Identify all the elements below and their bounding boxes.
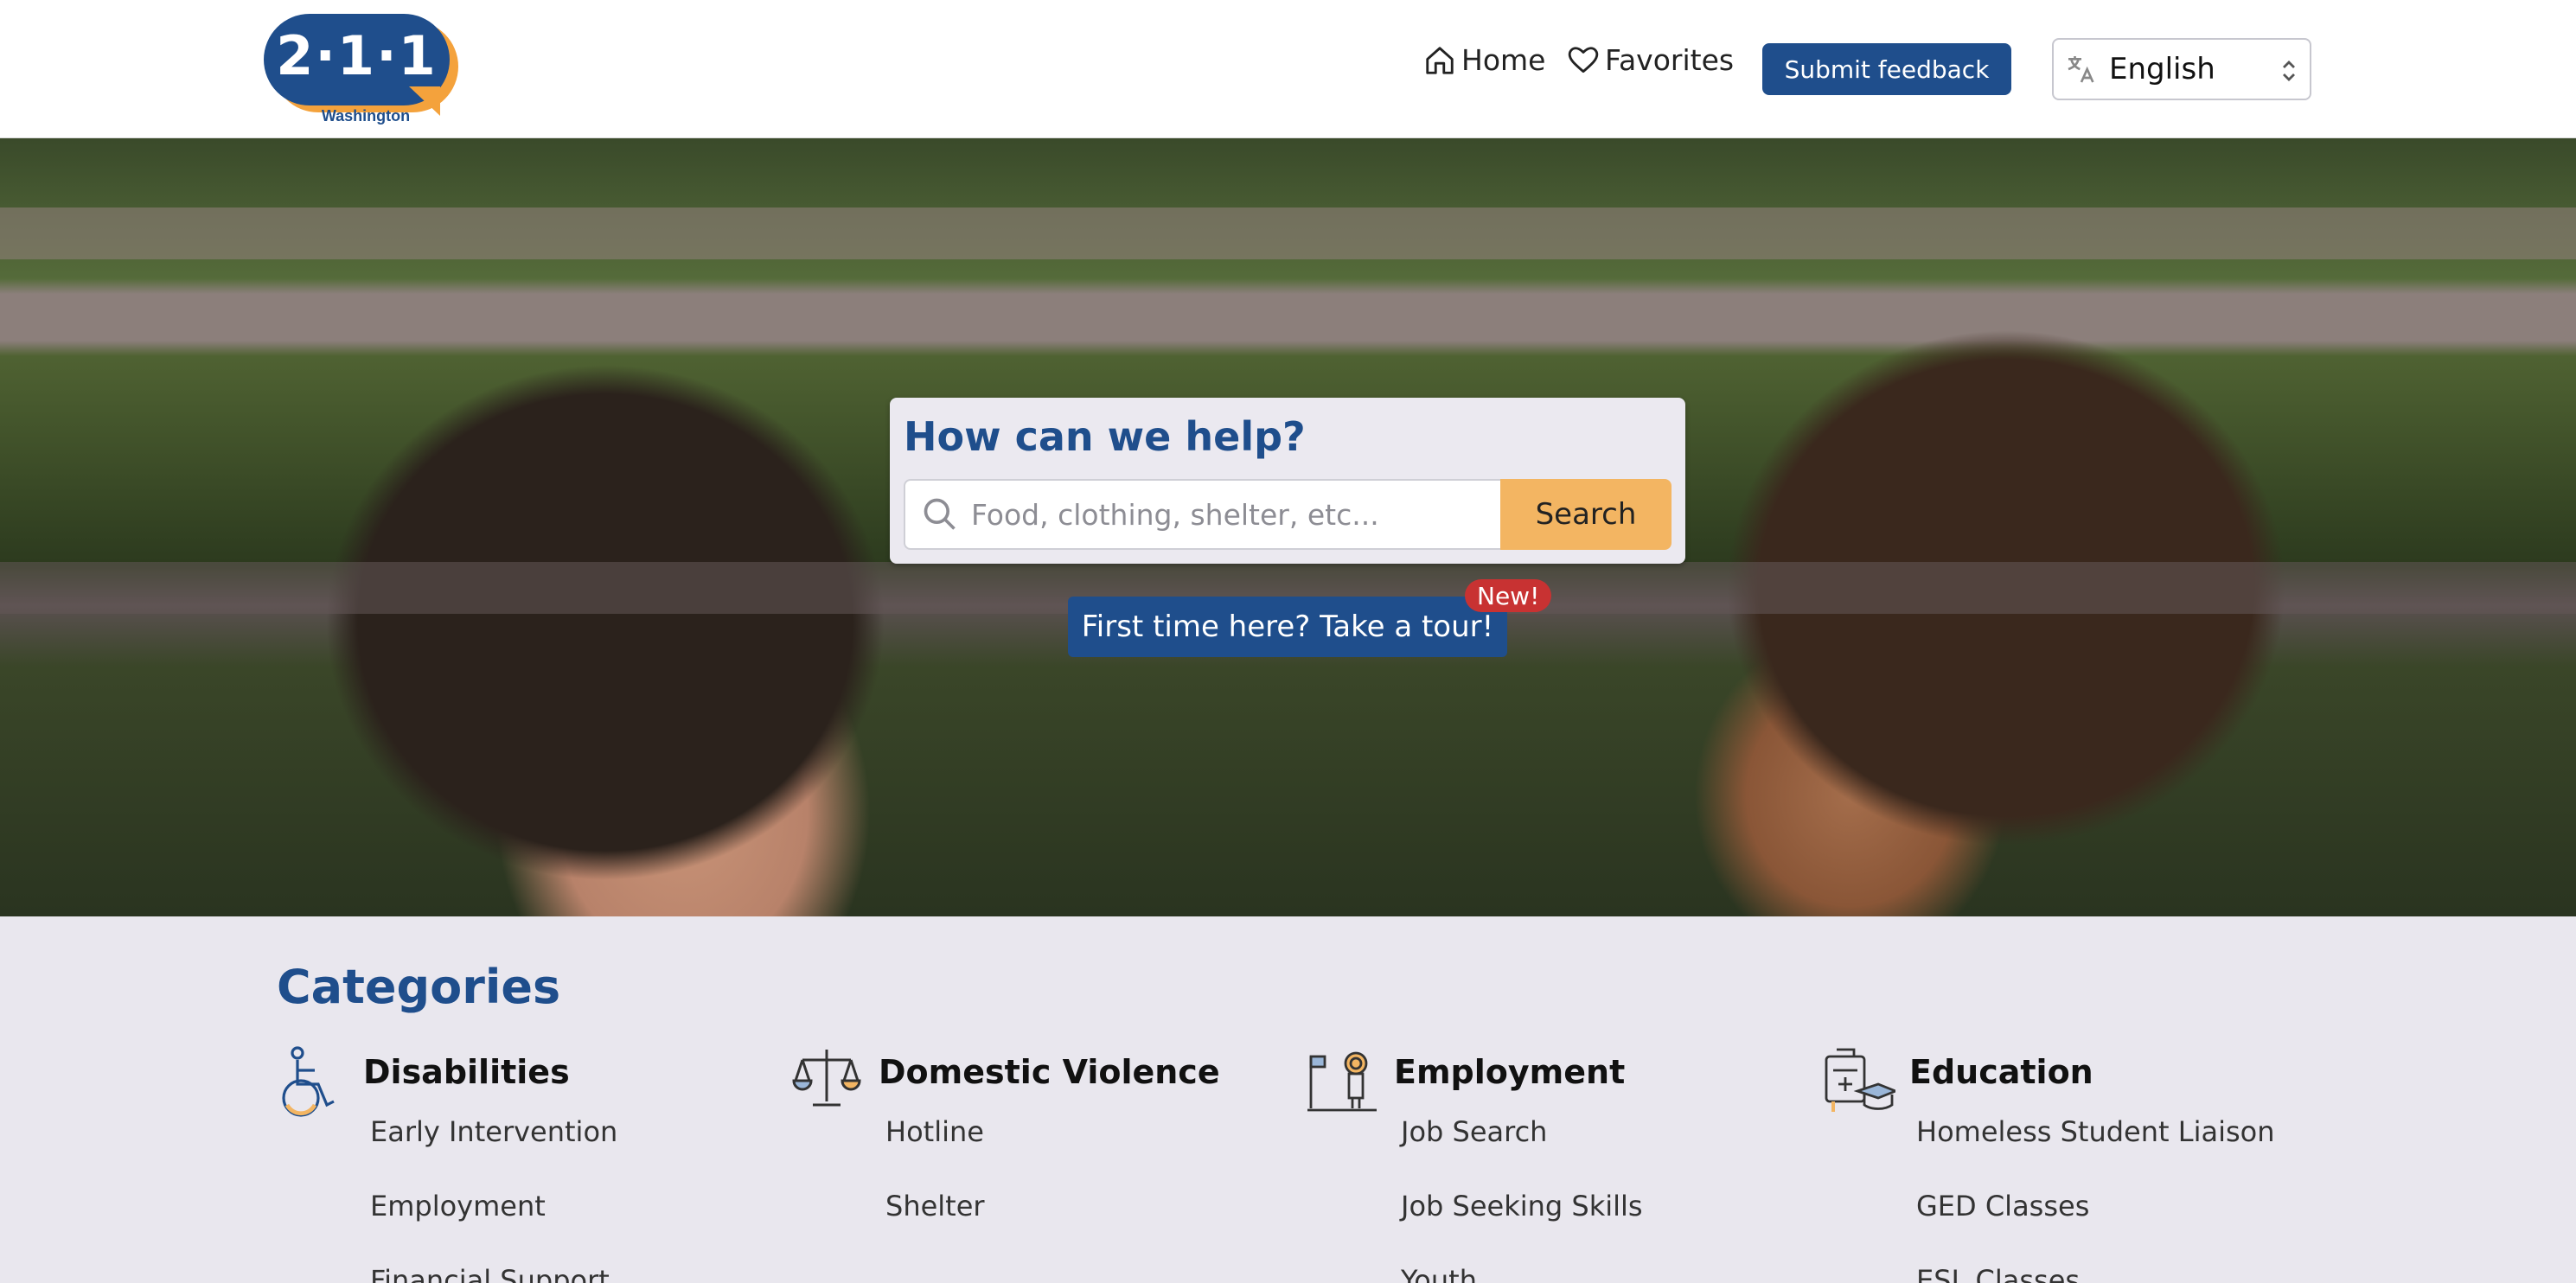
- category-title[interactable]: Domestic Violence: [879, 1053, 1220, 1091]
- new-badge: New!: [1465, 579, 1552, 612]
- category-link[interactable]: Early Intervention: [370, 1115, 617, 1148]
- translate-icon: [2068, 56, 2094, 83]
- logo-number: 2·1·1: [276, 24, 438, 87]
- language-select[interactable]: English: [2052, 38, 2311, 100]
- category-title[interactable]: Education: [1909, 1053, 2093, 1091]
- wheelchair-icon: [282, 1046, 335, 1117]
- home-icon: [1426, 46, 1454, 74]
- nav-home-label: Home: [1461, 43, 1546, 77]
- language-selected-value: English: [2109, 52, 2215, 86]
- scales-icon: [792, 1050, 861, 1107]
- search-button[interactable]: Search: [1500, 479, 1672, 550]
- hero-bench-backrest: [0, 207, 2576, 259]
- category-link[interactable]: Financial Support: [370, 1264, 610, 1283]
- category-link[interactable]: Employment: [370, 1190, 546, 1222]
- site-header: 2·1·1 Washington Home Favorites Submit f…: [0, 0, 2576, 138]
- search-icon: [924, 498, 956, 530]
- worker-icon: [1307, 1051, 1377, 1112]
- school-supplies-icon: [1825, 1048, 1895, 1112]
- search-heading: How can we help?: [904, 413, 1306, 460]
- category-link[interactable]: Youth: [1401, 1264, 1477, 1283]
- categories-heading: Categories: [277, 960, 561, 1014]
- category-link[interactable]: Job Seeking Skills: [1401, 1190, 1643, 1222]
- chevron-updown-icon: [2283, 61, 2295, 81]
- take-tour-button[interactable]: First time here? Take a tour!: [1068, 597, 1507, 657]
- category-link[interactable]: Job Search: [1401, 1115, 1547, 1148]
- nav-favorites-label: Favorites: [1605, 43, 1735, 77]
- logo-211-washington[interactable]: 2·1·1 Washington: [264, 14, 468, 126]
- heart-icon: [1568, 46, 1599, 73]
- logo-subtitle: Washington: [321, 107, 411, 124]
- nav-home-link[interactable]: Home: [1423, 43, 1545, 77]
- category-link[interactable]: Shelter: [885, 1190, 985, 1222]
- nav-favorites-link[interactable]: Favorites: [1567, 43, 1734, 77]
- search-field[interactable]: [904, 479, 1500, 550]
- category-title[interactable]: Disabilities: [363, 1053, 570, 1091]
- submit-feedback-button[interactable]: Submit feedback: [1762, 43, 2011, 95]
- category-link[interactable]: Hotline: [885, 1115, 984, 1148]
- search-input[interactable]: [971, 497, 1490, 532]
- category-title[interactable]: Employment: [1394, 1053, 1625, 1091]
- category-link[interactable]: GED Classes: [1916, 1190, 2089, 1222]
- categories-section: Categories Disabilities Early Interventi…: [0, 916, 2576, 1283]
- category-link[interactable]: ESL Classes: [1916, 1264, 2080, 1283]
- category-link[interactable]: Homeless Student Liaison: [1916, 1115, 2274, 1148]
- search-card: How can we help? Search: [890, 398, 1685, 564]
